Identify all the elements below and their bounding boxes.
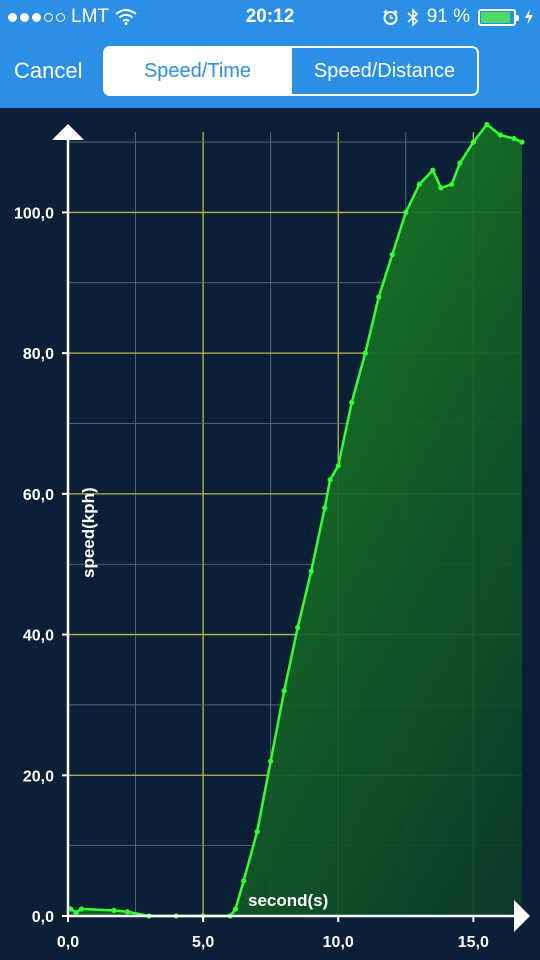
x-axis-label: second(s) xyxy=(248,891,328,910)
battery-fill xyxy=(481,11,511,23)
speed-time-chart: 0,0 5,0 10,0 15,0 0,0 20,0 40,0 60,0 80,0 100,0 s… xyxy=(14,121,530,951)
data-point xyxy=(403,209,409,216)
alarm-icon xyxy=(382,9,398,25)
chart-mode-segmented-control: Speed/Time Speed/Distance xyxy=(103,46,479,96)
y-tick-label: 60,0 xyxy=(23,487,54,504)
data-point xyxy=(111,907,117,913)
data-point xyxy=(73,909,79,916)
data-point xyxy=(327,477,333,483)
data-point xyxy=(124,909,131,915)
nav-bar: Cancel Speed/Time Speed/Distance xyxy=(0,46,540,96)
data-point xyxy=(457,160,463,166)
data-point xyxy=(416,181,422,187)
data-point xyxy=(349,399,355,405)
charging-icon xyxy=(525,9,533,25)
x-tick-label: 5,0 xyxy=(192,934,214,951)
y-tick-label: 0,0 xyxy=(32,909,54,926)
x-tick-label: 15,0 xyxy=(458,934,489,951)
data-point xyxy=(268,758,274,764)
data-point xyxy=(497,132,503,138)
data-point xyxy=(511,135,517,142)
battery-icon xyxy=(478,8,519,26)
top-bar: LMT 20:12 91 % Cancel Speed/Time Speed/D… xyxy=(0,0,540,108)
x-tick-label: 10,0 xyxy=(323,934,354,951)
y-tick-label: 80,0 xyxy=(23,346,54,363)
data-point xyxy=(295,624,301,631)
y-axis-arrow-icon xyxy=(52,124,84,140)
y-axis-label: speed(kph) xyxy=(79,487,98,578)
battery-percent: 91 % xyxy=(426,6,470,27)
data-point xyxy=(308,568,314,574)
y-tick-label: 20,0 xyxy=(23,768,54,785)
data-point xyxy=(362,350,368,356)
data-point xyxy=(78,906,85,912)
data-point xyxy=(232,906,239,912)
status-bar: LMT 20:12 91 % xyxy=(0,0,540,36)
data-point xyxy=(430,167,436,173)
tab-speed-distance[interactable]: Speed/Distance xyxy=(290,48,477,94)
x-tick-label: 0,0 xyxy=(57,934,79,951)
data-point xyxy=(470,139,476,145)
tab-speed-time[interactable]: Speed/Time xyxy=(105,48,290,94)
y-tick-label: 40,0 xyxy=(23,628,54,645)
y-tick-label: 100,0 xyxy=(14,205,54,222)
status-right: 91 % xyxy=(382,6,534,28)
cancel-button[interactable]: Cancel xyxy=(14,58,82,84)
speed-area xyxy=(70,124,522,916)
data-point xyxy=(376,294,382,300)
data-point xyxy=(389,252,395,258)
data-point xyxy=(281,688,287,694)
data-point xyxy=(438,185,444,191)
data-point xyxy=(335,463,341,469)
data-point xyxy=(484,121,490,128)
bluetooth-icon xyxy=(407,7,418,27)
data-point xyxy=(241,878,247,884)
data-point xyxy=(254,828,260,835)
data-point xyxy=(519,139,525,145)
data-point xyxy=(449,181,455,187)
data-point xyxy=(322,505,328,511)
